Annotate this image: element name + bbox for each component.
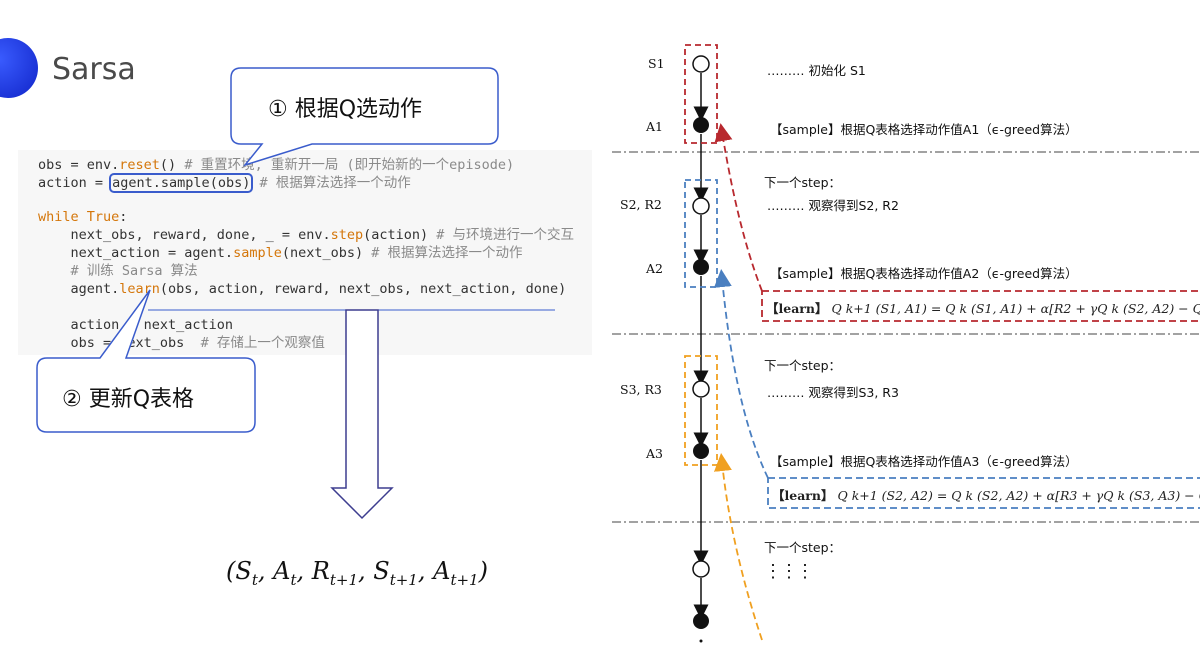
label-s1: S1 [648, 56, 665, 71]
learn1-equation: 【learn】 Q k+1 (S1, A1) = Q k (S1, A1) + … [766, 301, 1200, 316]
label-s3r3: S3, R3 [620, 382, 662, 397]
state-node-s2 [692, 197, 710, 215]
next-step-2: 下一个step： [764, 358, 842, 373]
label-a1: A1 [646, 119, 663, 134]
observe3-text: ……… 观察得到S3, R3 [767, 385, 899, 400]
sample1-text: 【sample】根据Q表格选择动作值A1（ϵ-greed算法） [770, 122, 1078, 137]
next-step-3: 下一个step： [764, 540, 842, 555]
red-curve-arrow [714, 123, 763, 292]
big-down-arrow [330, 309, 394, 520]
state-node-s4 [692, 560, 710, 578]
action-node-a1 [693, 117, 709, 133]
continuation-ellipsis: ⋮⋮⋮ [764, 561, 814, 582]
action-node-a4 [693, 613, 709, 629]
state-node-s1 [692, 55, 710, 73]
label-s2r2: S2, R2 [620, 197, 662, 212]
sarsa-tuple: (St, At, Rt+1, St+1, At+1) [226, 557, 488, 589]
action-node-a3 [693, 443, 709, 459]
learn2-equation: 【learn】 Q k+1 (S2, A2) = Q k (S2, A2) + … [772, 488, 1200, 503]
init-text: ……… 初始化 S1 [767, 63, 866, 78]
action-node-a2 [693, 259, 709, 275]
next-step-1: 下一个step： [764, 175, 842, 190]
sample2-text: 【sample】根据Q表格选择动作值A2（ϵ-greed算法） [770, 266, 1078, 281]
orange-curve-arrow [713, 453, 763, 641]
sarsa-diagram [36, 44, 1200, 643]
observe2-text: ……… 观察得到S2, R2 [767, 198, 899, 213]
bubble-choose-action-text: ① 根据Q选动作 [268, 97, 423, 122]
blue-curve-arrow [713, 269, 769, 479]
bubble-update-q-text: ② 更新Q表格 [62, 387, 195, 412]
sample3-text: 【sample】根据Q表格选择动作值A3（ϵ-greed算法） [770, 454, 1078, 469]
label-a2: A2 [646, 261, 663, 276]
state-node-s3 [692, 380, 710, 398]
label-a3: A3 [646, 446, 663, 461]
